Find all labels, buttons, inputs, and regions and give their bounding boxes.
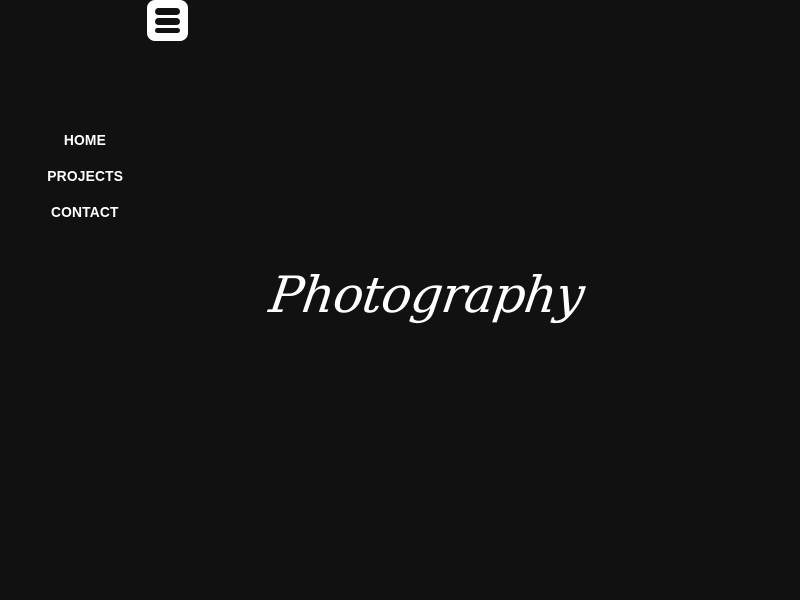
nav-item-contact: CONTACT [0, 200, 170, 236]
menu-toggle-button[interactable] [147, 0, 188, 41]
hero-title: Photography [265, 266, 588, 324]
nav-link-home[interactable]: HOME [64, 128, 106, 154]
menu-icon-bar [155, 8, 180, 15]
page: HOME PROJECTS CONTACT Photography [0, 0, 800, 600]
menu-icon-bar [155, 18, 180, 25]
nav-link-projects[interactable]: PROJECTS [47, 164, 123, 190]
nav-link-contact[interactable]: CONTACT [51, 200, 119, 226]
nav-item-home: HOME [0, 128, 170, 164]
menu-icon-bar [155, 28, 180, 33]
main-navigation: HOME PROJECTS CONTACT [0, 128, 170, 236]
nav-item-projects: PROJECTS [0, 164, 170, 200]
